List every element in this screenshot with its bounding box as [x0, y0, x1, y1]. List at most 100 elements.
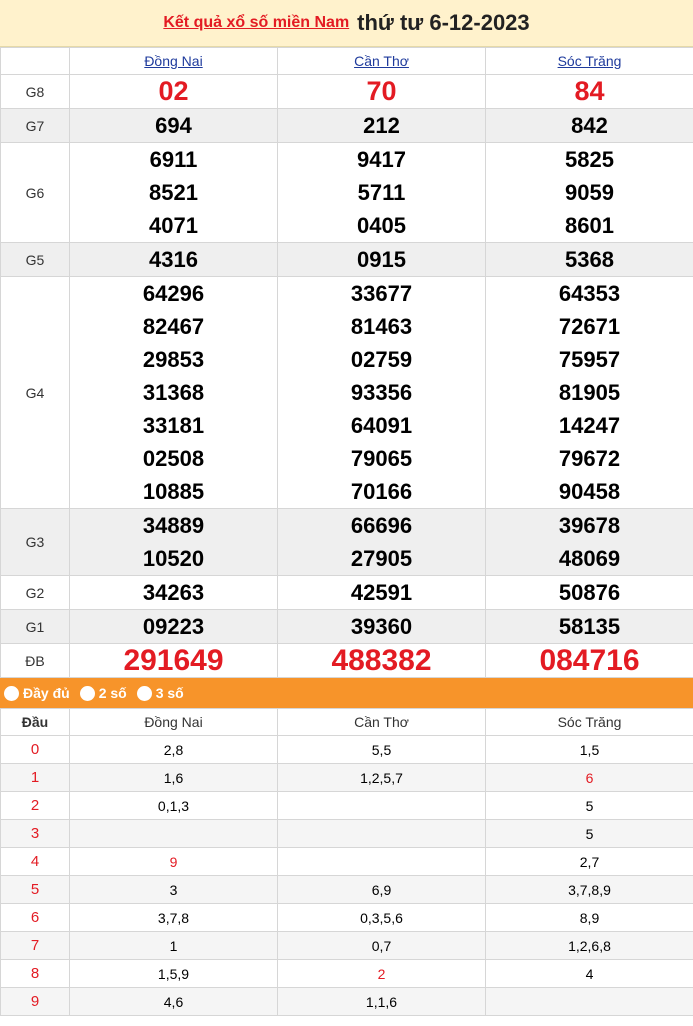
option-2-digits[interactable]: 2 số [79, 685, 127, 701]
tail-digits-value: 5 [585, 797, 594, 814]
tail-digits: 1,1,6 [277, 987, 486, 1016]
tail-digits: 0,3,5,6 [277, 903, 486, 932]
lottery-number: 8601 [565, 213, 614, 238]
prize-cell: 9417 5711 0405 [277, 142, 486, 243]
stats-row: 6 3,7,8 0,3,5,6 8,9 [0, 903, 693, 932]
tail-digits: 1 [69, 931, 278, 960]
tail-digits-value: 3 [169, 881, 178, 898]
lottery-number: 72671 [558, 314, 621, 339]
tail-digits-value: 3,7,8,9 [568, 881, 611, 898]
prize-cell: 42591 [277, 575, 486, 610]
tail-digits-value: 1,5 [579, 741, 600, 758]
lottery-number: 10520 [142, 546, 205, 571]
prize-row: G2 34263 42591 50876 [0, 575, 693, 610]
lottery-number: 33677 [350, 281, 413, 306]
lottery-number: 64091 [350, 413, 413, 438]
stats-province-label: Sóc Trăng [485, 708, 693, 736]
tail-digits-value: 6,9 [371, 881, 392, 898]
tail-digits-value: 4,6 [163, 993, 184, 1010]
lottery-number: 84 [574, 76, 605, 106]
prize-row: G7 694 212 842 [0, 108, 693, 143]
tail-digits: 5 [485, 819, 693, 848]
radio-icon[interactable] [4, 685, 19, 701]
tail-digits: 3 [69, 875, 278, 904]
prize-cell: 09223 [69, 609, 278, 644]
radio-icon[interactable] [79, 685, 95, 701]
province-header-row: Đồng Nai Cần Thơ Sóc Trăng [0, 47, 693, 75]
lottery-number: 09223 [142, 614, 205, 639]
prize-cell: 64353 72671 75957 81905 14247 79672 90458 [485, 276, 693, 509]
head-digit: 0 [0, 735, 70, 764]
lottery-number: 084716 [539, 644, 640, 677]
province-link-dong-nai[interactable]: Đồng Nai [144, 53, 202, 69]
radio-icon[interactable] [136, 685, 152, 701]
prize-cell: 33677 81463 02759 93356 64091 79065 70166 [277, 276, 486, 509]
results-table: Đồng Nai Cần Thơ Sóc Trăng G8 02 70 84 G7 694… [0, 47, 693, 678]
stats-row: 0 2,8 5,5 1,5 [0, 735, 693, 764]
province-link-soc-trang[interactable]: Sóc Trăng [558, 53, 622, 69]
lottery-number: 14247 [558, 413, 621, 438]
head-digit-table: Đầu Đồng Nai Cần Thơ Sóc Trăng 0 2,8 5,5 1,… [0, 708, 693, 1016]
tail-digits-value: 0,1,3 [157, 797, 190, 814]
prize-row: G5 4316 0915 5368 [0, 242, 693, 277]
tail-digits: 2 [277, 959, 486, 988]
results-link[interactable]: Kết quả xổ số miền Nam [163, 14, 349, 32]
prize-label: G1 [0, 609, 70, 644]
lottery-number: 9059 [565, 180, 614, 205]
lottery-number: 79672 [558, 446, 621, 471]
lottery-number: 33181 [142, 413, 205, 438]
tail-digits [69, 819, 278, 848]
lottery-number: 5368 [565, 247, 614, 272]
option-3-digits[interactable]: 3 số [136, 685, 184, 701]
lottery-number: 5711 [357, 180, 406, 205]
lottery-number: 27905 [350, 546, 413, 571]
prize-cell: 58135 [485, 609, 693, 644]
tail-digits-value: 1,2,6,8 [568, 937, 611, 954]
head-digit: 4 [0, 847, 70, 876]
tail-digits: 1,5,9 [69, 959, 278, 988]
lottery-number: 291649 [123, 644, 224, 677]
prize-label: G3 [0, 508, 70, 576]
lottery-number: 6911 [149, 147, 198, 172]
tail-digits: 2,8 [69, 735, 278, 764]
prize-cell: 50876 [485, 575, 693, 610]
lottery-number: 02 [158, 76, 189, 106]
tail-digits-value: 5,5 [371, 741, 392, 758]
head-column-label: Đầu [0, 708, 70, 736]
province-link-can-tho[interactable]: Cần Thơ [354, 53, 409, 69]
tail-digits-value: 2 [377, 965, 386, 982]
prize-cell: 5825 9059 8601 [485, 142, 693, 243]
prize-row: G1 09223 39360 58135 [0, 609, 693, 644]
tail-digits [277, 819, 486, 848]
lottery-number: 488382 [331, 644, 432, 677]
draw-date: thứ tư 6-12-2023 [357, 10, 530, 35]
tail-digits: 3,7,8,9 [485, 875, 693, 904]
prize-cell: 6911 8521 4071 [69, 142, 278, 243]
option-full[interactable]: Đầy đủ [4, 685, 70, 701]
tail-digits-value: 2,7 [579, 853, 600, 870]
lottery-number: 81905 [558, 380, 621, 405]
stats-row: 5 3 6,9 3,7,8,9 [0, 875, 693, 904]
tail-digits-value: 4 [585, 965, 594, 982]
tail-digits: 2,7 [485, 847, 693, 876]
tail-digits-value: 1,5,9 [157, 965, 190, 982]
tail-digits: 8,9 [485, 903, 693, 932]
lottery-number: 81463 [350, 314, 413, 339]
prize-cell: 842 [485, 108, 693, 143]
prize-cell: 5368 [485, 242, 693, 277]
prize-label: G7 [0, 108, 70, 143]
prize-label: G2 [0, 575, 70, 610]
tail-digits: 4 [485, 959, 693, 988]
stats-row: 7 1 0,7 1,2,6,8 [0, 931, 693, 960]
tail-digits-value: 2,8 [163, 741, 184, 758]
prize-label: G4 [0, 276, 70, 509]
prize-label: ĐB [0, 643, 70, 678]
prize-label: G5 [0, 242, 70, 277]
display-options-bar: Đầy đủ 2 số 3 số [0, 678, 693, 708]
prize-cell: 488382 [277, 643, 486, 678]
prize-row: G8 02 70 84 [0, 74, 693, 109]
lottery-number: 48069 [558, 546, 621, 571]
tail-digits: 6 [485, 763, 693, 792]
lottery-number: 5825 [565, 147, 614, 172]
lottery-number: 58135 [558, 614, 621, 639]
